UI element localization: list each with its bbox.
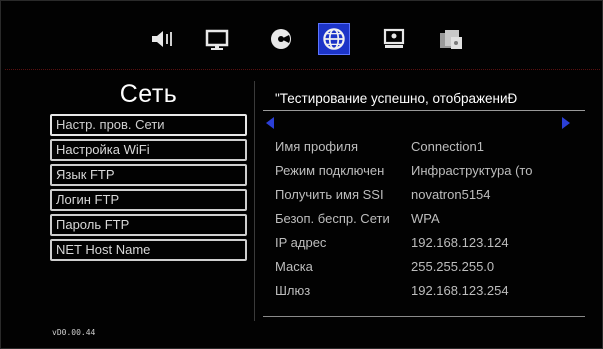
detail-value: Инфраструктура (то — [411, 163, 533, 178]
globe-icon[interactable] — [318, 23, 350, 55]
connection-status-text: "Тестирование успешно, отображениÐ — [275, 91, 518, 106]
detail-row: Маска 255.255.255.0 — [275, 259, 595, 283]
arrow-left-icon[interactable] — [265, 117, 275, 129]
speaker-icon[interactable] — [148, 25, 176, 53]
arrow-right-icon[interactable] — [561, 117, 571, 129]
menu-item-wifi-settings[interactable]: Настройка WiFi — [50, 139, 247, 161]
top-divider — [5, 69, 600, 70]
detail-label: Получить имя SSI — [275, 187, 384, 202]
detail-label: Шлюз — [275, 283, 311, 298]
detail-row: Безоп. беспр. Сети WPA — [275, 211, 595, 235]
detail-row: IP адрес 192.168.123.124 — [275, 235, 595, 259]
bottom-divider — [263, 316, 585, 317]
detail-label: Маска — [275, 259, 313, 274]
detail-value: Connection1 — [411, 139, 484, 154]
detail-value: 255.255.255.0 — [411, 259, 495, 274]
menu-item-wired-network[interactable]: Настр. пров. Сети — [50, 114, 247, 136]
column-divider — [254, 81, 255, 321]
detail-label: IP адрес — [275, 235, 327, 250]
detail-row: Шлюз 192.168.123.254 — [275, 283, 595, 307]
menu-item-ftp-language[interactable]: Язык FTP — [50, 164, 247, 186]
monitor-icon[interactable] — [203, 25, 231, 53]
settings-category-bar — [1, 1, 603, 71]
menu-item-ftp-password[interactable]: Пароль FTP — [50, 214, 247, 236]
detail-row: Режим подключен Инфраструктура (то — [275, 163, 595, 187]
disc-icon[interactable] — [267, 25, 295, 53]
detail-label: Режим подключен — [275, 163, 385, 178]
network-menu: Настр. пров. Сети Настройка WiFi Язык FT… — [50, 114, 247, 264]
menu-item-net-host-name[interactable]: NET Host Name — [50, 239, 247, 261]
detail-label: Безоп. беспр. Сети — [275, 211, 390, 226]
media-files-icon[interactable] — [437, 25, 465, 53]
firmware-version: vD0.00.44 — [52, 328, 96, 337]
settings-screen: Сеть Настр. пров. Сети Настройка WiFi Яз… — [0, 0, 603, 349]
detail-row: Получить имя SSI novatron5154 — [275, 187, 595, 211]
detail-value: 192.168.123.124 — [411, 235, 509, 250]
detail-label: Имя профиля — [275, 139, 359, 154]
menu-item-ftp-login[interactable]: Логин FTP — [50, 189, 247, 211]
detail-value: WPA — [411, 211, 440, 226]
detail-row: Имя профиля Connection1 — [275, 139, 595, 163]
section-title: Сеть — [119, 80, 178, 108]
hdd-icon[interactable] — [380, 25, 408, 53]
detail-value: novatron5154 — [411, 187, 491, 202]
connection-details: Имя профиля Connection1 Режим подключен … — [275, 139, 595, 307]
detail-value: 192.168.123.254 — [411, 283, 509, 298]
status-underline — [263, 110, 585, 111]
